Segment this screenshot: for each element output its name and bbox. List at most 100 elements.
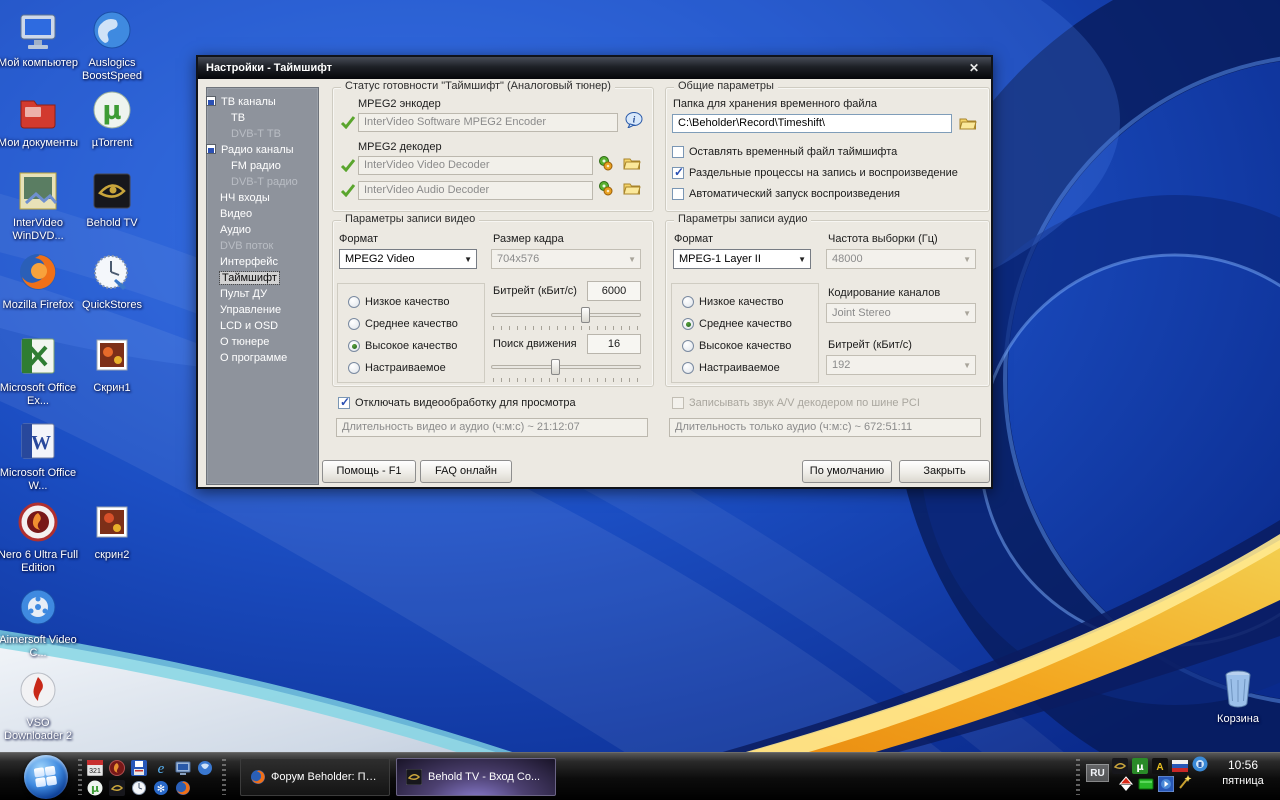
task-button-behold-tv[interactable]: Behold TV - Вход Co... [396,758,556,796]
tree-item-lcd-osd[interactable]: LCD и OSD [207,318,318,334]
radio-dot [348,296,360,308]
tree-item-audio[interactable]: Аудио [207,222,318,238]
disable-video-processing-checkbox[interactable]: Отключать видеообработку для просмотра [338,397,576,409]
desktop-icon-recycle-bin[interactable]: Корзина [1196,664,1280,726]
tree-item-video[interactable]: Видео [207,206,318,222]
tree-item-label: О программе [220,352,287,364]
audio-format-combo[interactable]: MPEG-1 Layer II [673,249,811,269]
tree-item-about-program[interactable]: О программе [207,350,318,366]
tree-checkbox[interactable] [206,144,216,154]
dialog-titlebar[interactable]: Настройки - Таймшифт ✕ [198,57,991,79]
auto-start-checkbox[interactable]: Автоматический запуск воспроизведения [672,188,900,200]
tray-clock[interactable]: 10:56 пятница [1212,758,1274,787]
tree-item-radio-channels[interactable]: Радио каналы [207,142,318,158]
start-button[interactable] [24,755,68,799]
tray-magic-wand-icon[interactable] [1176,774,1192,790]
motion-search-value[interactable]: 16 [587,334,641,354]
desktop-icon-quickstores[interactable]: QuickStores [68,250,156,312]
tray-battery-icon[interactable] [1138,776,1154,792]
tray-media-player-icon[interactable] [1158,776,1174,792]
language-indicator[interactable]: RU [1086,764,1109,782]
slider-track[interactable] [491,313,641,317]
slider-thumb[interactable] [551,359,560,375]
desktop-icon-skrin1[interactable]: Скрин1 [68,333,156,395]
tree-item-tv-channels[interactable]: ТВ каналы [207,94,318,110]
video-format-combo[interactable]: MPEG2 Video [339,249,477,269]
defaults-button[interactable]: По умолчанию [802,460,892,483]
video-quality-custom-radio[interactable]: Настраиваемое [348,362,446,374]
firefox-quicklaunch-icon[interactable] [174,779,192,797]
video-bitrate-value[interactable]: 6000 [587,281,641,301]
audio-quality-custom-radio[interactable]: Настраиваемое [682,362,780,374]
network-quicklaunch-icon[interactable] [196,759,214,777]
save-quicklaunch-icon[interactable] [130,759,148,777]
video-bitrate-slider[interactable] [491,307,641,331]
info-icon[interactable]: i [625,112,643,128]
close-button[interactable]: Закрыть [899,460,990,483]
filter-config-icon[interactable] [597,180,615,196]
audio-quality-low-radio[interactable]: Низкое качество [682,296,784,308]
taskbar-separator[interactable] [1076,759,1080,795]
video-quality-low-radio[interactable]: Низкое качество [348,296,450,308]
tree-item-timeshift[interactable]: Таймшифт [207,270,318,286]
radio-label: Высокое качество [365,340,457,352]
tree-item-remote[interactable]: Пульт ДУ [207,286,318,302]
tray-utorrent-icon[interactable]: µ [1132,758,1148,774]
separate-processes-checkbox[interactable]: Раздельные процессы на запись и воспроиз… [672,167,958,179]
keep-temp-file-checkbox[interactable]: Оставлять временный файл таймшифта [672,146,897,158]
audio-bitrate-combo: 192 [826,355,976,375]
tray-punto-switcher-icon[interactable]: A [1152,758,1168,774]
video-quality-medium-radio[interactable]: Среднее качество [348,318,458,330]
show-desktop-quicklaunch-icon[interactable] [174,759,192,777]
tree-item-lf-inputs[interactable]: НЧ входы [207,190,318,206]
tree-item-label: Аудио [220,224,251,236]
motion-search-slider[interactable] [491,359,641,383]
tray-behold-icon[interactable] [1112,758,1128,774]
tree-item-about-tuner[interactable]: О тюнере [207,334,318,350]
behold-quicklaunch-icon[interactable] [108,779,126,797]
taskbar-separator[interactable] [78,759,82,795]
tree-item-label: Видео [220,208,252,220]
tray-russian-flag-icon[interactable] [1172,758,1188,774]
quickstores-quicklaunch-icon[interactable] [130,779,148,797]
desktop-icon-behold-tv[interactable]: Behold TV [68,168,156,230]
folder-open-icon[interactable] [623,180,641,196]
audio-quality-medium-radio[interactable]: Среднее качество [682,318,792,330]
tray-updown-meter-icon[interactable] [1118,776,1134,792]
snowflake-quicklaunch-icon[interactable]: ✻ [152,779,170,797]
nero-quicklaunch-icon[interactable] [108,759,126,777]
utorrent-quicklaunch-icon[interactable]: µ [86,779,104,797]
tree-item-control[interactable]: Управление [207,302,318,318]
help-button[interactable]: Помощь - F1 [322,460,416,483]
video-quality-high-radio[interactable]: Высокое качество [348,340,457,352]
slider-thumb[interactable] [581,307,590,323]
folder-path-input[interactable]: C:\Beholder\Record\Timeshift\ [672,114,952,133]
klite-quicklaunch-icon[interactable]: 321 [86,759,104,777]
task-button-beholder-forum[interactable]: Форум Beholder: Про... [240,758,390,796]
desktop-icon-aimersoft[interactable]: Aimersoft Video C... [0,585,80,660]
desktop-icon-auslogics[interactable]: Auslogics BoostSpeed [68,8,156,83]
desktop-icon-utorrent[interactable]: µ µTorrent [68,88,156,150]
tree-item-fm-radio[interactable]: FM радио [207,158,318,174]
internet-explorer-quicklaunch-icon[interactable]: e [152,759,170,777]
audio-quality-high-radio[interactable]: Высокое качество [682,340,791,352]
desktop-icon-vso[interactable]: VSO Downloader 2 [0,668,80,743]
general-group-title: Общие параметры [674,80,778,92]
tree-checkbox[interactable] [206,96,216,106]
tree-item-interface[interactable]: Интерфейс [207,254,318,270]
desktop-icon-word[interactable]: W Microsoft Office W... [0,418,80,493]
faq-button[interactable]: FAQ онлайн [420,460,512,483]
slider-track[interactable] [491,365,641,369]
browse-folder-icon[interactable] [959,115,977,131]
taskbar-separator[interactable] [222,759,226,795]
green-check-icon [340,158,356,172]
utorrent-icon: µ [89,88,135,134]
tree-item-tv[interactable]: ТВ [207,110,318,126]
auslogics-globe-icon [89,8,135,54]
folder-open-icon[interactable] [623,155,641,171]
filter-config-icon[interactable] [597,155,615,171]
tray-lock-icon[interactable] [1192,756,1208,772]
desktop-icon-skrin2[interactable]: скрин2 [68,500,156,562]
close-icon[interactable]: ✕ [965,61,983,75]
encoder-field: InterVideo Software MPEG2 Encoder [358,113,618,132]
